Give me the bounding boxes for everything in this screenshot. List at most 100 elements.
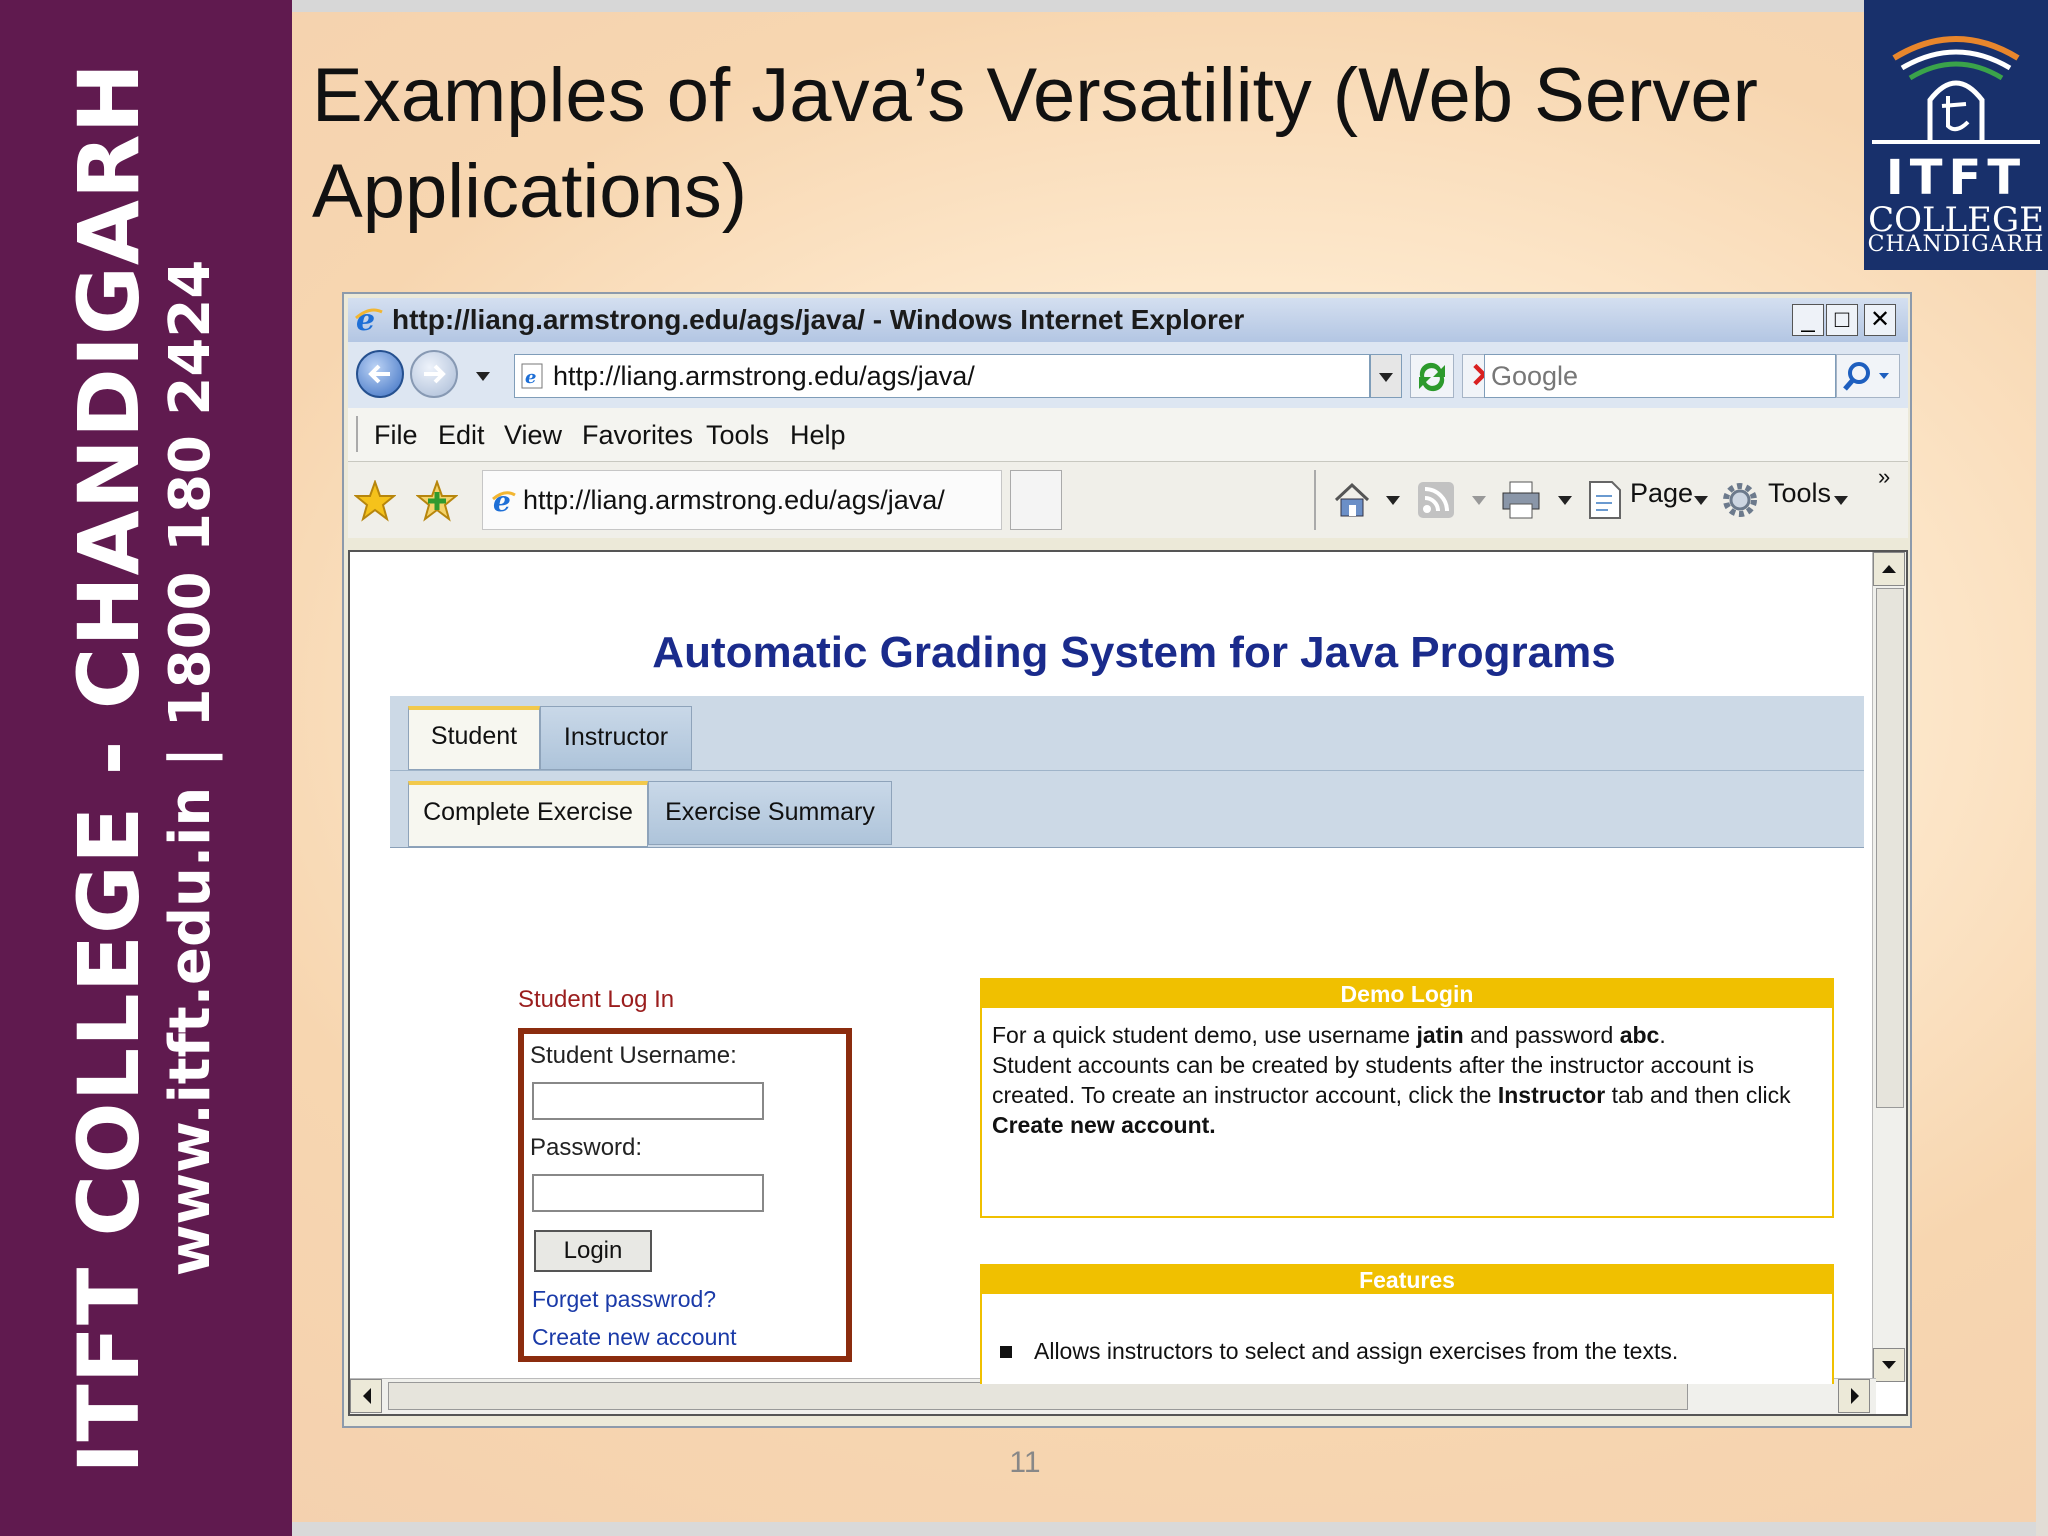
browser-titlebar: e http://liang.armstrong.edu/ags/java/ -… [348, 298, 1908, 342]
page-menu[interactable]: Page [1630, 478, 1693, 509]
sub-tab-strip: Complete Exercise Exercise Summary [390, 770, 1864, 848]
print-dropdown-icon[interactable] [1558, 496, 1572, 505]
feature-item: Allows instructors to select and assign … [999, 1338, 1679, 1364]
sidebar-text: ITFT COLLEGE - CHANDIGARH www.itft.edu.i… [46, 28, 246, 1508]
ie-page-icon: e [492, 487, 516, 515]
toolbar-divider [1314, 470, 1316, 530]
chevron-left-icon [363, 1388, 371, 1404]
password-field[interactable] [532, 1174, 764, 1212]
menu-help[interactable]: Help [790, 420, 846, 451]
demo-instructor: Instructor [1497, 1082, 1606, 1108]
chevron-up-icon [1882, 565, 1896, 573]
search-button[interactable] [1836, 354, 1900, 398]
tab-complete-exercise[interactable]: Complete Exercise [408, 781, 648, 847]
slide-right-strip [2036, 270, 2048, 1536]
demo-text-5: tab and then click [1605, 1082, 1791, 1108]
toolbar-overflow-button[interactable]: » [1878, 464, 1890, 490]
feeds-icon[interactable] [1416, 480, 1456, 520]
chevron-down-icon [1379, 373, 1393, 382]
slide-top-strip [292, 0, 1864, 12]
page-icon: e [521, 363, 543, 389]
menu-file[interactable]: File [374, 420, 418, 451]
menu-view[interactable]: View [504, 420, 562, 451]
login-form: Student Username: Password: Login Forget… [518, 1028, 852, 1362]
password-label: Password: [530, 1134, 643, 1161]
demo-login-heading: Demo Login [982, 980, 1832, 1008]
tab-student[interactable]: Student [408, 706, 540, 770]
address-bar[interactable]: e http://liang.armstrong.edu/ags/java/ [514, 354, 1370, 398]
address-dropdown-button[interactable] [1370, 354, 1402, 398]
features-panel: Features Allows instructors to select an… [980, 1264, 1834, 1384]
svg-text:e: e [525, 367, 536, 388]
feeds-dropdown-icon[interactable] [1472, 496, 1486, 505]
address-url[interactable]: http://liang.armstrong.edu/ags/java/ [553, 361, 975, 392]
tab-exercise-summary[interactable]: Exercise Summary [648, 781, 892, 845]
menu-grip [356, 416, 359, 452]
new-tab-button[interactable] [1010, 470, 1062, 530]
horizontal-scroll-thumb[interactable] [388, 1382, 1688, 1410]
demo-text-2: and password [1463, 1022, 1620, 1048]
forgot-password-link[interactable]: Forget passwrod? [532, 1286, 716, 1313]
demo-create-account: Create new account. [992, 1112, 1216, 1138]
scroll-down-button[interactable] [1873, 1348, 1905, 1382]
maximize-button[interactable]: □ [1826, 304, 1858, 336]
forward-arrow-icon [424, 364, 446, 384]
gear-icon[interactable] [1720, 480, 1760, 520]
home-dropdown-icon[interactable] [1386, 496, 1400, 505]
search-input[interactable]: Google [1484, 354, 1836, 398]
home-icon[interactable] [1332, 480, 1372, 520]
forward-button[interactable] [410, 350, 458, 398]
tab-url: http://liang.armstrong.edu/ags/java/ [523, 485, 945, 515]
slide-title: Examples of Java’s Versatility (Web Serv… [312, 53, 1758, 234]
print-icon[interactable] [1500, 480, 1542, 520]
features-heading: Features [982, 1266, 1832, 1294]
username-field[interactable] [532, 1082, 764, 1120]
slide-bottom-strip [292, 1522, 2048, 1536]
logo-city: CHANDIGARH [1867, 232, 2045, 257]
main-tab-strip: Student Instructor [390, 696, 1864, 770]
scroll-up-button[interactable] [1873, 552, 1905, 586]
chevron-right-icon [1851, 1388, 1859, 1404]
tools-menu[interactable]: Tools [1768, 478, 1831, 509]
favorites-bar: e http://liang.armstrong.edu/ags/java/ P… [348, 462, 1908, 538]
demo-password: abc [1619, 1022, 1660, 1048]
tab-current-page[interactable]: e http://liang.armstrong.edu/ags/java/ [482, 470, 1002, 530]
minimize-button[interactable]: _ [1792, 304, 1824, 336]
svg-text:e: e [356, 304, 375, 334]
demo-text-1: For a quick student demo, use username [992, 1022, 1417, 1048]
logo-emblem-icon [1872, 36, 2040, 144]
menu-edit[interactable]: Edit [438, 420, 485, 451]
search-icon [1843, 362, 1889, 391]
window-title: http://liang.armstrong.edu/ags/java/ - W… [392, 304, 1245, 335]
history-dropdown-icon[interactable] [476, 372, 490, 381]
close-button[interactable]: ✕ [1864, 304, 1896, 336]
username-label: Student Username: [530, 1042, 737, 1069]
menu-tools[interactable]: Tools [706, 420, 769, 451]
svg-text:e: e [493, 487, 511, 515]
login-button[interactable]: Login [534, 1230, 652, 1272]
demo-username: jatin [1416, 1022, 1464, 1048]
demo-text-3: . [1659, 1022, 1666, 1048]
tools-dropdown-icon[interactable] [1834, 496, 1848, 505]
page-dropdown-icon[interactable] [1694, 496, 1708, 505]
favorites-star-icon[interactable] [354, 480, 396, 522]
back-arrow-icon [368, 364, 390, 384]
sidebar-contact: www.itft.edu.in | 1800 180 2424 [158, 259, 223, 1277]
address-row: e http://liang.armstrong.edu/ags/java/ ✕… [348, 342, 1908, 408]
scroll-right-button[interactable] [1838, 1379, 1870, 1413]
page-heading: Automatic Grading System for Java Progra… [652, 628, 1616, 677]
chevron-down-icon [1882, 1361, 1896, 1369]
scroll-left-button[interactable] [350, 1379, 382, 1413]
add-favorite-icon[interactable] [416, 480, 458, 522]
refresh-button[interactable] [1410, 354, 1454, 398]
create-account-link[interactable]: Create new account [532, 1324, 737, 1351]
web-content: Automatic Grading System for Java Progra… [348, 550, 1908, 1416]
page-icon[interactable] [1586, 480, 1624, 520]
demo-login-panel: Demo Login For a quick student demo, use… [980, 978, 1834, 1218]
menu-favorites[interactable]: Favorites [582, 420, 693, 451]
back-button[interactable] [356, 350, 404, 398]
search-placeholder: Google [1491, 361, 1579, 391]
college-logo: ITFT COLLEGE CHANDIGARH [1864, 0, 2048, 270]
browser-window: e http://liang.armstrong.edu/ags/java/ -… [342, 292, 1912, 1428]
tab-instructor[interactable]: Instructor [540, 706, 692, 770]
